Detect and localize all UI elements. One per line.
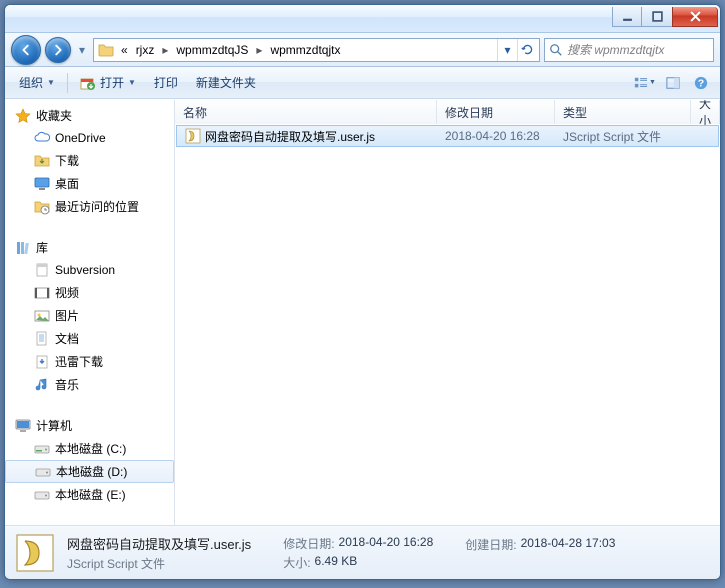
sidebar-item-drive-d[interactable]: 本地磁盘 (D:): [5, 460, 174, 483]
address-dropdown-button[interactable]: ▾: [497, 39, 517, 61]
refresh-button[interactable]: [517, 39, 537, 61]
sidebar-item-videos[interactable]: 视频: [5, 281, 174, 304]
nav-history-dropdown[interactable]: ▾: [75, 43, 89, 57]
computer-header[interactable]: 计算机: [5, 414, 174, 437]
recent-icon: [34, 199, 50, 215]
sidebar-item-pictures[interactable]: 图片: [5, 304, 174, 327]
details-mod-value: 2018-04-20 16:28: [339, 535, 434, 552]
explorer-window: ▾ « rjxz ▸ wpmmzdtqJS ▸ wpmmzdtqjtx ▾ 搜索…: [4, 4, 721, 580]
file-row[interactable]: 网盘密码自动提取及填写.user.js 2018-04-20 16:28 JSc…: [176, 125, 719, 147]
print-button[interactable]: 打印: [146, 71, 186, 94]
sidebar-item-drive-c[interactable]: 本地磁盘 (C:): [5, 437, 174, 460]
sidebar-item-desktop[interactable]: 桌面: [5, 172, 174, 195]
favorites-header[interactable]: 收藏夹: [5, 104, 174, 127]
new-folder-button[interactable]: 新建文件夹: [188, 71, 264, 94]
details-size-label: 大小:: [283, 554, 310, 571]
details-filetype: JScript Script 文件: [67, 555, 251, 572]
file-date: 2018-04-20 16:28: [445, 129, 540, 143]
drive-icon: [35, 464, 51, 480]
computer-icon: [15, 418, 31, 434]
toolbar: 组织 ▼ 打开 ▼ 打印 新建文件夹 ▼: [5, 67, 720, 99]
download-icon: [34, 354, 50, 370]
chevron-right-icon[interactable]: ▸: [159, 43, 171, 57]
library-icon: [15, 240, 31, 256]
content-pane: 名称 修改日期 类型 大小 网盘密码自动提取及填写.user.js 2018-0…: [174, 100, 720, 525]
chevron-down-icon: ▼: [649, 79, 656, 86]
view-options-button[interactable]: ▼: [632, 72, 658, 94]
column-header-name[interactable]: 名称: [175, 100, 437, 124]
organize-menu[interactable]: 组织 ▼: [11, 71, 63, 94]
search-icon: [549, 43, 563, 57]
navigation-pane: 收藏夹 OneDrive 下载 桌面 最近访问的位置: [5, 100, 174, 525]
sidebar-item-downloads[interactable]: 下载: [5, 149, 174, 172]
open-button[interactable]: 打开 ▼: [72, 71, 144, 94]
chevron-down-icon: ▼: [128, 78, 136, 87]
forward-button[interactable]: [45, 37, 71, 63]
search-placeholder: 搜索 wpmmzdtqjtx: [567, 41, 664, 58]
pictures-icon: [34, 308, 50, 324]
breadcrumb-item[interactable]: rjxz: [133, 41, 158, 59]
breadcrumb-item[interactable]: wpmmzdtqJS: [173, 41, 251, 59]
sidebar-item-drive-e[interactable]: 本地磁盘 (E:): [5, 483, 174, 506]
music-icon: [34, 377, 50, 393]
jscript-icon: [15, 533, 55, 573]
column-header-date[interactable]: 修改日期: [437, 100, 555, 124]
details-created-value: 2018-04-28 17:03: [521, 536, 616, 553]
video-icon: [34, 285, 50, 301]
sidebar-item-documents[interactable]: 文档: [5, 327, 174, 350]
file-list[interactable]: 网盘密码自动提取及填写.user.js 2018-04-20 16:28 JSc…: [175, 124, 720, 525]
maximize-button[interactable]: [642, 7, 672, 27]
desktop-icon: [34, 176, 50, 192]
sidebar-item-subversion[interactable]: Subversion: [5, 259, 174, 281]
titlebar: [5, 5, 720, 33]
sidebar-item-recent[interactable]: 最近访问的位置: [5, 195, 174, 218]
navigation-bar: ▾ « rjxz ▸ wpmmzdtqJS ▸ wpmmzdtqjtx ▾ 搜索…: [5, 33, 720, 67]
folder-icon: [34, 153, 50, 169]
breadcrumb-prefix[interactable]: «: [118, 41, 131, 59]
cloud-icon: [34, 130, 50, 146]
details-filename: 网盘密码自动提取及填写.user.js: [67, 534, 251, 553]
drive-icon: [34, 487, 50, 503]
library-item-icon: [34, 262, 50, 278]
drive-icon: [34, 441, 50, 457]
close-button[interactable]: [672, 7, 718, 27]
details-size-value: 6.49 KB: [315, 554, 358, 571]
sidebar-item-onedrive[interactable]: OneDrive: [5, 127, 174, 149]
file-name: 网盘密码自动提取及填写.user.js: [205, 128, 375, 145]
preview-pane-button[interactable]: [660, 72, 686, 94]
open-icon: [80, 75, 96, 91]
jscript-icon: [185, 128, 201, 144]
breadcrumb-item[interactable]: wpmmzdtqjtx: [267, 41, 343, 59]
address-bar[interactable]: « rjxz ▸ wpmmzdtqJS ▸ wpmmzdtqjtx ▾: [93, 38, 540, 62]
column-header-type[interactable]: 类型: [555, 100, 691, 124]
file-type: JScript Script 文件: [563, 128, 661, 145]
documents-icon: [34, 331, 50, 347]
details-created-label: 创建日期:: [465, 536, 516, 553]
column-headers: 名称 修改日期 类型 大小: [175, 100, 720, 124]
sidebar-item-music[interactable]: 音乐: [5, 373, 174, 396]
sidebar-item-thunder[interactable]: 迅雷下载: [5, 350, 174, 373]
libraries-header[interactable]: 库: [5, 236, 174, 259]
minimize-button[interactable]: [612, 7, 642, 27]
svg-text:?: ?: [698, 77, 704, 89]
help-button[interactable]: ?: [688, 72, 714, 94]
column-header-size[interactable]: 大小: [691, 100, 720, 124]
star-icon: [15, 108, 31, 124]
back-button[interactable]: [11, 35, 41, 65]
details-mod-label: 修改日期:: [283, 535, 334, 552]
breadcrumb: « rjxz ▸ wpmmzdtqJS ▸ wpmmzdtqjtx: [118, 41, 343, 59]
folder-icon: [98, 42, 114, 58]
chevron-down-icon: ▼: [47, 78, 55, 87]
chevron-right-icon[interactable]: ▸: [253, 43, 265, 57]
main-area: 收藏夹 OneDrive 下载 桌面 最近访问的位置: [5, 99, 720, 525]
details-pane: 网盘密码自动提取及填写.user.js JScript Script 文件 修改…: [5, 525, 720, 579]
search-input[interactable]: 搜索 wpmmzdtqjtx: [544, 38, 714, 62]
